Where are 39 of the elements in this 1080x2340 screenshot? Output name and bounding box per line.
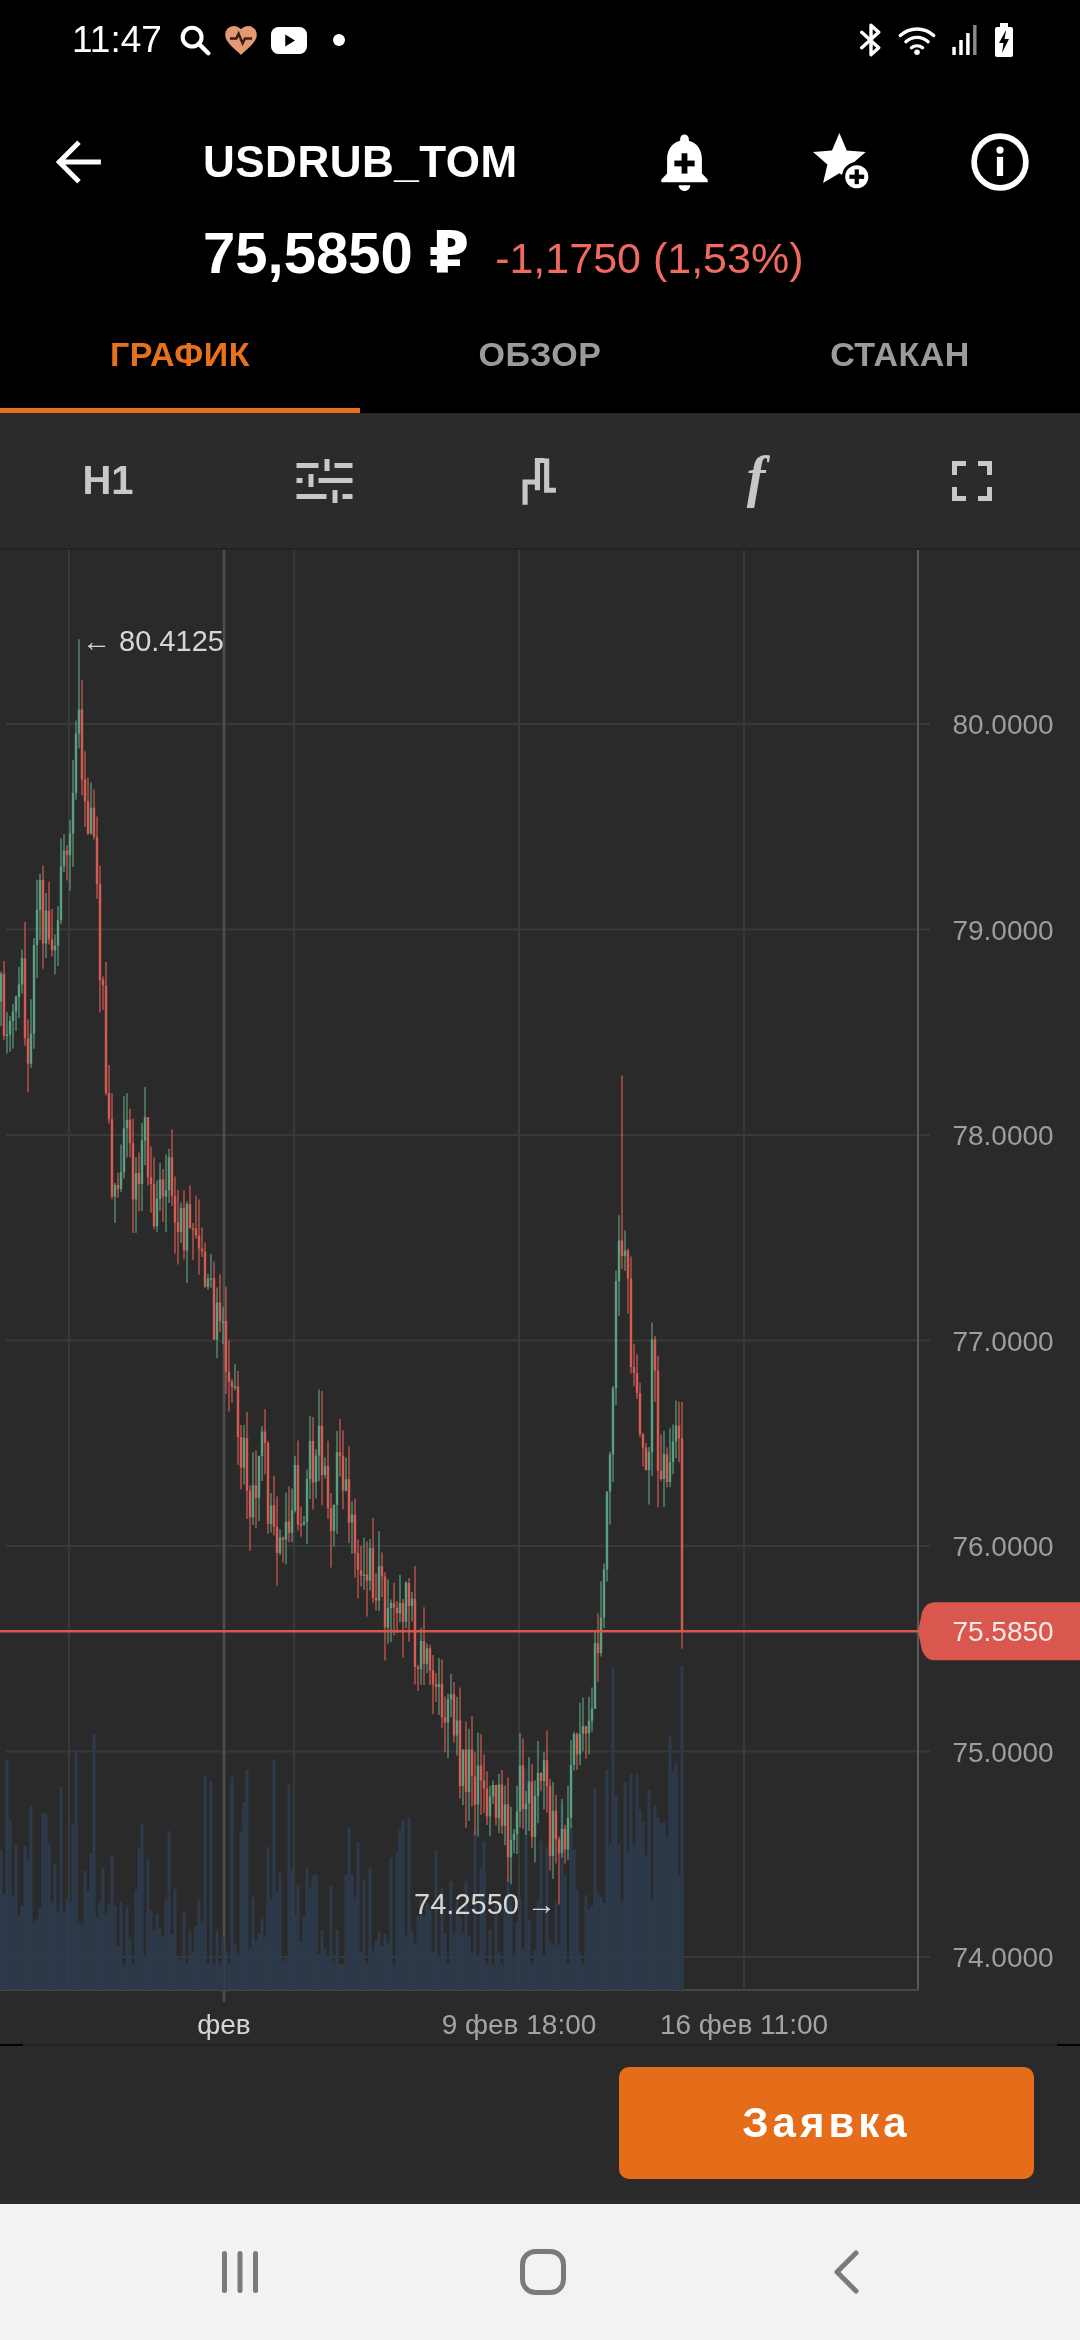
current-price: 75,5850 ₽	[203, 222, 470, 284]
time-axis-label: фев	[197, 2009, 251, 2040]
time-axis-label: 16 фев 11:00	[659, 2009, 829, 2040]
time-axis-label: 9 фев 18:00	[441, 2009, 597, 2040]
sliders-icon[interactable]	[295, 458, 353, 503]
price-axis-label: 76.0000	[952, 1531, 1054, 1562]
price-axis-label: 77.0000	[952, 1325, 1054, 1357]
price-axis-label: 79.0000	[952, 914, 1054, 946]
search-icon	[179, 24, 211, 56]
star-plus-icon[interactable]	[813, 133, 871, 191]
tab[interactable]: СТАКАН	[720, 300, 1080, 413]
status-time: 11:47	[72, 19, 162, 61]
wifi-icon	[898, 25, 936, 55]
function-button[interactable]: f	[726, 440, 786, 521]
bluetooth-icon	[860, 23, 882, 57]
back-icon[interactable]	[832, 2250, 859, 2294]
recent-apps-icon[interactable]	[220, 2251, 259, 2293]
bell-plus-icon[interactable]	[660, 133, 708, 191]
fullscreen-icon[interactable]	[952, 460, 992, 501]
battery-icon	[994, 23, 1014, 57]
price-axis-label: 78.0000	[952, 1120, 1054, 1151]
dot-icon	[332, 34, 345, 46]
signal-icon	[952, 25, 978, 55]
price-axis-label: 80.0000	[952, 709, 1054, 740]
info-icon[interactable]	[971, 133, 1029, 191]
step-line-icon[interactable]	[521, 455, 559, 506]
price-axis-label: 74.0000	[952, 1942, 1054, 1973]
price-axis-label: 75.0000	[952, 1736, 1054, 1768]
heart-pulse-icon	[224, 25, 257, 55]
back-arrow-icon[interactable]	[56, 139, 102, 185]
last-price-tag: 75.5850	[918, 1602, 1080, 1661]
high-price-label: ← 80.4125	[82, 625, 224, 657]
low-price-label: 74.2550 →	[414, 1888, 556, 1920]
tab[interactable]: ОБЗОР	[360, 300, 720, 413]
timeframe-button[interactable]: H1	[76, 440, 140, 521]
price-change: -1,1750 (1,53%)	[495, 233, 804, 284]
home-icon[interactable]	[519, 2249, 566, 2295]
instrument-title: USDRUB_TOM	[203, 137, 519, 187]
video-play-icon	[270, 26, 307, 54]
